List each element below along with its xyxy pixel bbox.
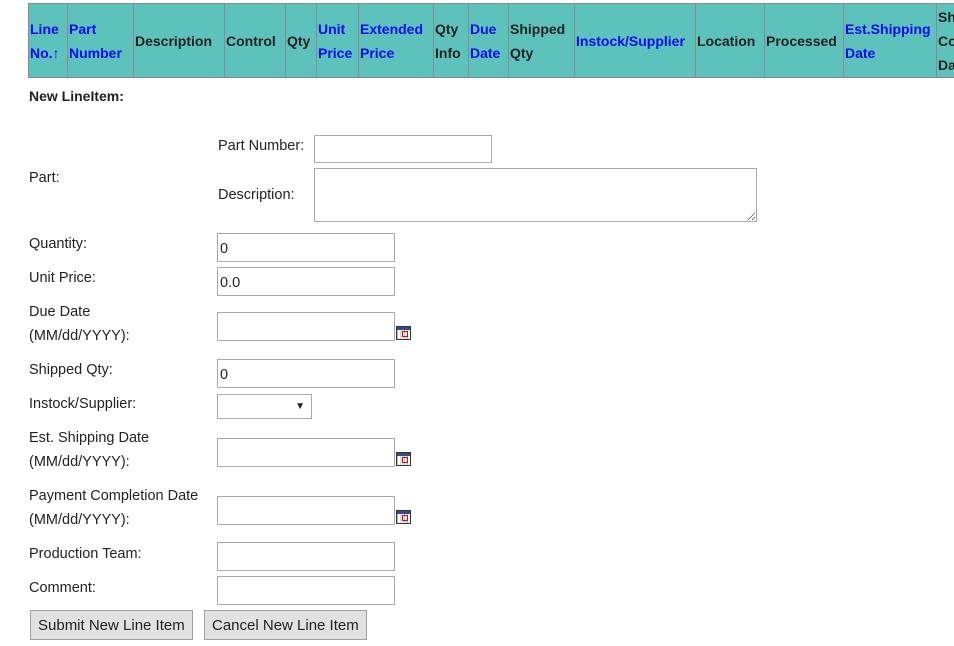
quantity-input[interactable] <box>217 233 395 262</box>
due-date-format: (MM/dd/YYYY): <box>29 328 130 344</box>
column-header: Description <box>133 3 225 78</box>
calendar-icon[interactable] <box>396 510 411 524</box>
shipped-qty-input[interactable] <box>217 359 395 388</box>
instock-select[interactable]: ▼ <box>217 394 312 419</box>
calendar-icon[interactable] <box>396 326 411 340</box>
instock-label: Instock/Supplier: <box>29 396 137 412</box>
part-number-input[interactable] <box>314 135 492 163</box>
column-header[interactable]: Due Date <box>468 3 509 78</box>
unit-price-label: Unit Price: <box>29 270 96 286</box>
comment-label: Comment: <box>29 580 96 596</box>
new-lineitem-heading: New LineItem: <box>29 88 124 104</box>
cancel-button[interactable]: Cancel New Line Item <box>204 610 367 640</box>
unit-price-input[interactable] <box>217 267 395 296</box>
line-items-grid: Line No.↑ Part Number Description Control Qt… <box>28 3 954 78</box>
column-header: Location <box>695 3 765 78</box>
column-header: Qty Info <box>433 3 469 78</box>
column-header: Processed <box>764 3 844 78</box>
production-input[interactable] <box>217 542 395 571</box>
column-header: Control <box>224 3 286 78</box>
payment-label: Payment Completion Date <box>29 488 199 504</box>
production-label: Production Team: <box>29 546 142 562</box>
description-label: Description: <box>218 187 295 203</box>
quantity-label: Quantity: <box>29 236 88 252</box>
est-ship-format: (MM/dd/YYYY): <box>29 454 130 470</box>
column-header[interactable]: Instock/Supplier <box>574 3 696 78</box>
column-header: Qty <box>285 3 317 78</box>
est-ship-input[interactable] <box>217 438 395 467</box>
column-header[interactable]: Line No.↑ <box>28 3 68 78</box>
column-header[interactable]: Part Number <box>67 3 134 78</box>
shipped-qty-label: Shipped Qty: <box>29 362 113 378</box>
column-header: Shipped Qty <box>508 3 575 78</box>
due-date-input[interactable] <box>217 312 395 341</box>
est-ship-label: Est. Shipping Date <box>29 430 150 446</box>
column-header[interactable]: Unit Price <box>316 3 359 78</box>
part-label: Part: <box>29 170 60 186</box>
part-number-label: Part Number: <box>218 138 305 154</box>
comment-input[interactable] <box>217 576 395 605</box>
description-input[interactable] <box>314 168 757 222</box>
column-header: Sh Co Da <box>936 3 954 78</box>
submit-button[interactable]: Submit New Line Item <box>30 610 193 640</box>
calendar-icon[interactable] <box>396 452 411 466</box>
column-header[interactable]: Extended Price <box>358 3 434 78</box>
column-header[interactable]: Est.Shipping Date <box>843 3 937 78</box>
due-date-label: Due Date <box>29 304 91 320</box>
dropdown-arrow-icon: ▼ <box>295 401 305 412</box>
payment-input[interactable] <box>217 496 395 525</box>
payment-format: (MM/dd/YYYY): <box>29 512 130 528</box>
